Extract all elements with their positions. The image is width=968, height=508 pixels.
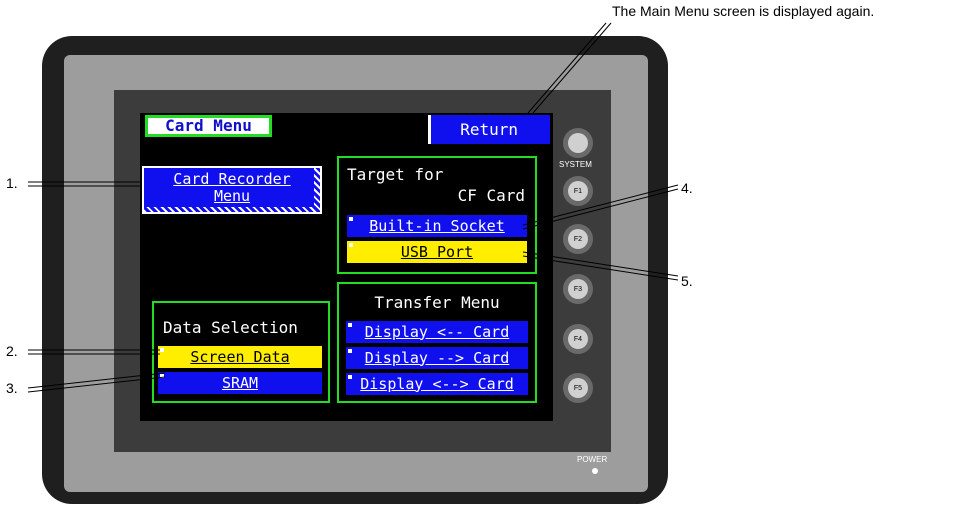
leader-5-b [522,255,679,281]
leader-4-a [522,184,679,226]
leader-3-b [27,376,166,393]
leader-return-b [532,22,612,114]
leader-5-a [522,251,679,277]
leader-3-a [27,372,166,389]
leader-4-b [522,188,679,230]
leader-lines [27,22,679,393]
leader-return-a [527,22,607,114]
